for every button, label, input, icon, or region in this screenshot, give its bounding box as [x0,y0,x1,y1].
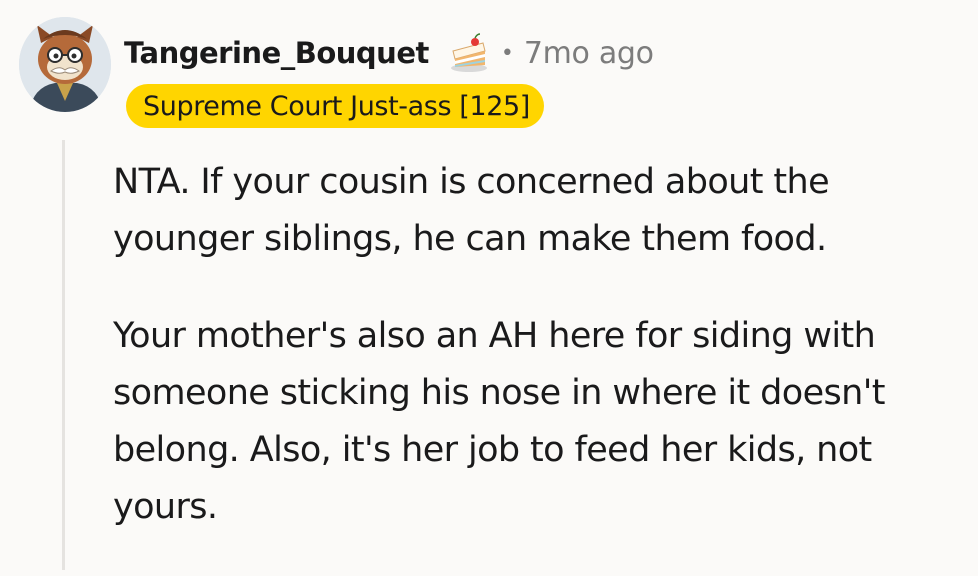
user-flair: Supreme Court Just-ass [125] [126,84,544,128]
avatar-image [19,17,111,112]
comment-body: NTA. If your cousin is concerned about t… [113,154,973,576]
username-link[interactable]: Tangerine_Bouquet [124,36,429,70]
avatar[interactable] [19,17,111,112]
comment: Tangerine_Bouquet • 7mo ago Supreme Cour… [0,0,978,570]
cake-day-icon [447,31,491,75]
comment-header: Tangerine_Bouquet • 7mo ago [124,30,654,76]
timestamp-link[interactable]: 7mo ago [524,36,654,71]
separator-dot: • [500,40,514,66]
comment-paragraph: Your mother's also an AH here for siding… [113,316,885,527]
thread-collapse-line[interactable] [62,140,65,570]
comment-paragraph: NTA. If your cousin is concerned about t… [113,162,830,259]
